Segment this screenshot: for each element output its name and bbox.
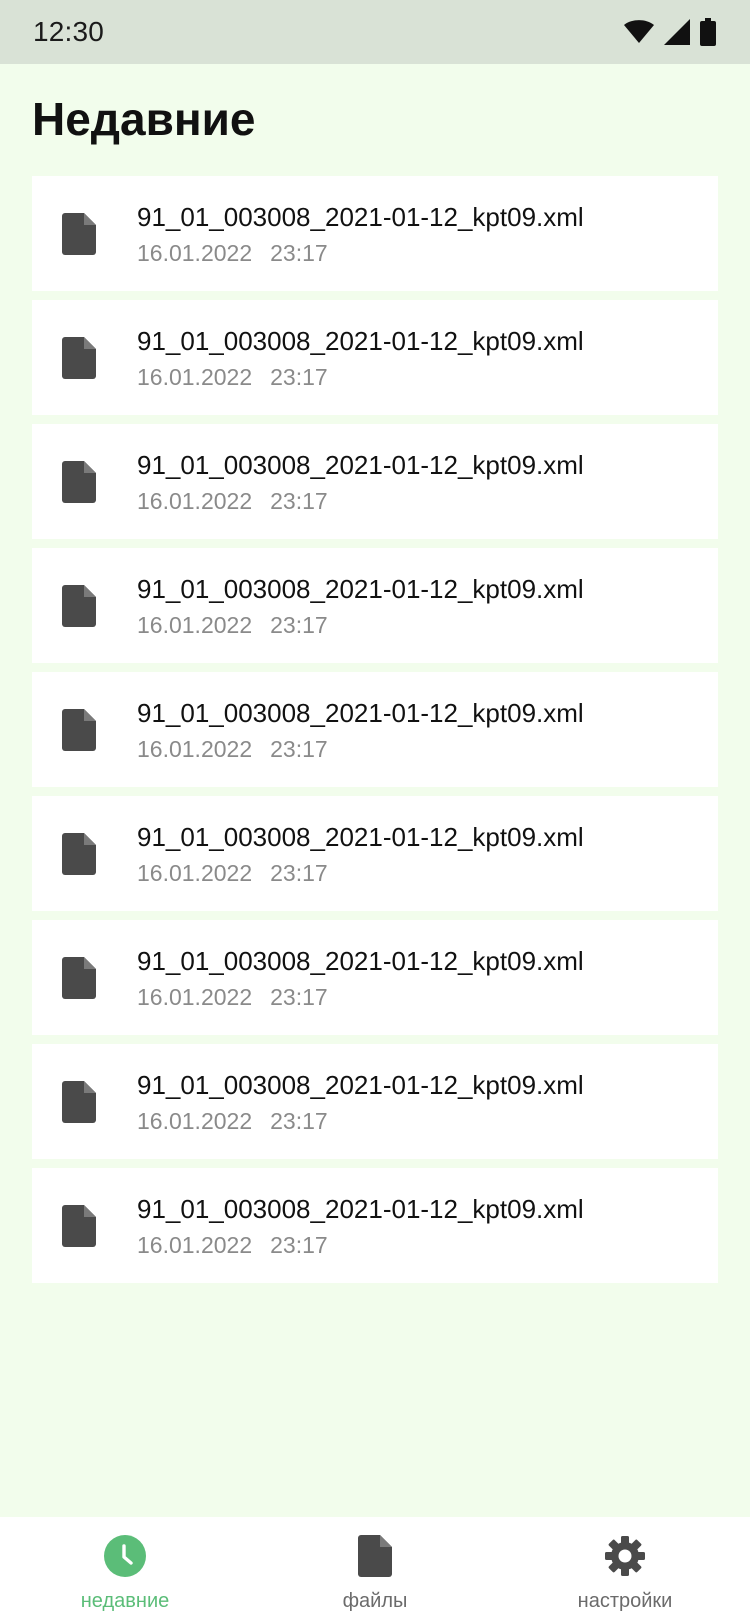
file-list-item[interactable]: 91_01_003008_2021-01-12_kpt09.xml 16.01.… xyxy=(32,920,718,1035)
file-date: 16.01.2022 xyxy=(137,364,253,390)
status-time: 12:30 xyxy=(33,16,105,47)
file-date: 16.01.2022 xyxy=(137,860,253,886)
file-time: 23:17 xyxy=(270,984,328,1010)
document-icon xyxy=(353,1534,397,1578)
file-meta: 16.01.2022 23:17 xyxy=(137,984,328,1011)
file-time: 23:17 xyxy=(270,736,328,762)
file-list-item[interactable]: 91_01_003008_2021-01-12_kpt09.xml 16.01.… xyxy=(32,1168,718,1283)
page-title: Недавние xyxy=(32,93,256,145)
file-time: 23:17 xyxy=(270,240,328,266)
file-time: 23:17 xyxy=(270,1108,328,1134)
file-meta: 16.01.2022 23:17 xyxy=(137,1232,328,1259)
document-icon xyxy=(62,213,96,255)
file-meta: 16.01.2022 23:17 xyxy=(137,240,328,267)
nav-label-files: файлы xyxy=(342,1590,408,1612)
cell-signal-icon xyxy=(664,19,690,45)
file-meta: 16.01.2022 23:17 xyxy=(137,364,328,391)
nav-item-files[interactable]: файлы xyxy=(250,1517,500,1624)
document-icon xyxy=(62,585,96,627)
clock-icon xyxy=(103,1534,147,1578)
file-date: 16.01.2022 xyxy=(137,736,253,762)
file-time: 23:17 xyxy=(270,364,328,390)
file-list-item[interactable]: 91_01_003008_2021-01-12_kpt09.xml 16.01.… xyxy=(32,796,718,911)
nav-label-settings: настройки xyxy=(577,1590,673,1612)
file-date: 16.01.2022 xyxy=(137,1232,253,1258)
file-name: 91_01_003008_2021-01-12_kpt09.xml xyxy=(137,946,584,976)
document-icon xyxy=(62,1205,96,1247)
status-bar: 12:30 xyxy=(0,0,750,64)
document-icon xyxy=(62,957,96,999)
gear-icon xyxy=(603,1534,647,1578)
file-date: 16.01.2022 xyxy=(137,488,253,514)
nav-label-recent: недавние xyxy=(80,1590,170,1612)
file-list-item[interactable]: 91_01_003008_2021-01-12_kpt09.xml 16.01.… xyxy=(32,424,718,539)
file-name: 91_01_003008_2021-01-12_kpt09.xml xyxy=(137,1194,584,1224)
file-time: 23:17 xyxy=(270,488,328,514)
wifi-icon xyxy=(624,20,654,44)
recent-files-list: 91_01_003008_2021-01-12_kpt09.xml 16.01.… xyxy=(32,176,718,1292)
file-list-item[interactable]: 91_01_003008_2021-01-12_kpt09.xml 16.01.… xyxy=(32,176,718,291)
document-icon xyxy=(62,461,96,503)
file-meta: 16.01.2022 23:17 xyxy=(137,612,328,639)
file-list-item[interactable]: 91_01_003008_2021-01-12_kpt09.xml 16.01.… xyxy=(32,548,718,663)
file-meta: 16.01.2022 23:17 xyxy=(137,1108,328,1135)
file-date: 16.01.2022 xyxy=(137,1108,253,1134)
file-name: 91_01_003008_2021-01-12_kpt09.xml xyxy=(137,450,584,480)
bottom-navigation: недавние файлы настройки xyxy=(0,1517,750,1624)
file-name: 91_01_003008_2021-01-12_kpt09.xml xyxy=(137,698,584,728)
file-date: 16.01.2022 xyxy=(137,612,253,638)
document-icon xyxy=(62,833,96,875)
file-meta: 16.01.2022 23:17 xyxy=(137,488,328,515)
file-name: 91_01_003008_2021-01-12_kpt09.xml xyxy=(137,326,584,356)
file-meta: 16.01.2022 23:17 xyxy=(137,736,328,763)
file-name: 91_01_003008_2021-01-12_kpt09.xml xyxy=(137,574,584,604)
document-icon xyxy=(62,1081,96,1123)
file-list-item[interactable]: 91_01_003008_2021-01-12_kpt09.xml 16.01.… xyxy=(32,672,718,787)
nav-item-recent[interactable]: недавние xyxy=(0,1517,250,1624)
battery-icon xyxy=(700,18,716,46)
file-date: 16.01.2022 xyxy=(137,984,253,1010)
file-name: 91_01_003008_2021-01-12_kpt09.xml xyxy=(137,822,584,852)
file-list-item[interactable]: 91_01_003008_2021-01-12_kpt09.xml 16.01.… xyxy=(32,1044,718,1159)
file-date: 16.01.2022 xyxy=(137,240,253,266)
file-time: 23:17 xyxy=(270,860,328,886)
file-name: 91_01_003008_2021-01-12_kpt09.xml xyxy=(137,202,584,232)
file-name: 91_01_003008_2021-01-12_kpt09.xml xyxy=(137,1070,584,1100)
status-icons xyxy=(624,18,716,46)
file-time: 23:17 xyxy=(270,1232,328,1258)
nav-item-settings[interactable]: настройки xyxy=(500,1517,750,1624)
document-icon xyxy=(62,709,96,751)
file-list-item[interactable]: 91_01_003008_2021-01-12_kpt09.xml 16.01.… xyxy=(32,300,718,415)
file-meta: 16.01.2022 23:17 xyxy=(137,860,328,887)
file-time: 23:17 xyxy=(270,612,328,638)
document-icon xyxy=(62,337,96,379)
